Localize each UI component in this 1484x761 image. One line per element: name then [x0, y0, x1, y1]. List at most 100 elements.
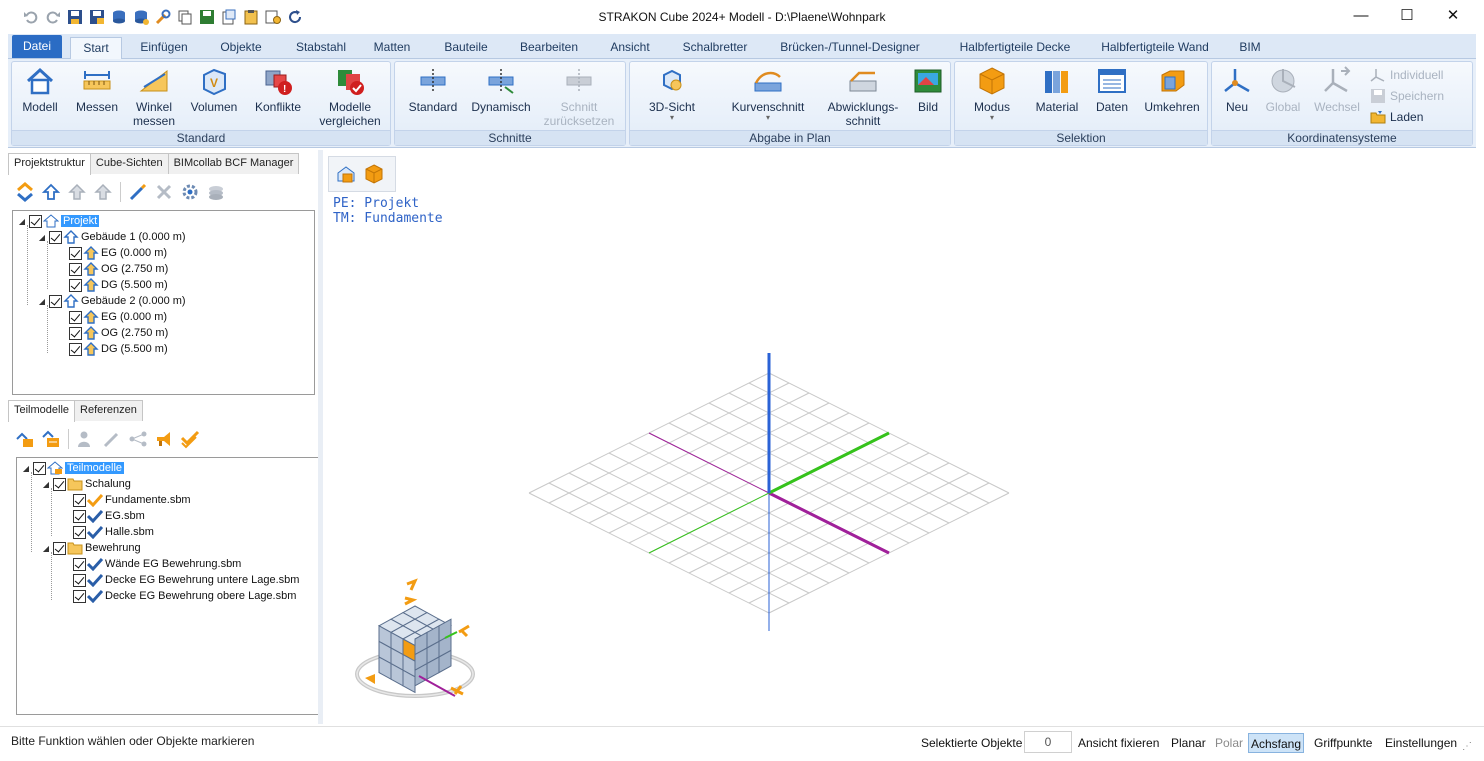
checkbox[interactable]: [69, 262, 82, 276]
ansicht-fixieren-toggle[interactable]: Ansicht fixieren: [1076, 733, 1161, 753]
schnitt-dynamisch-button[interactable]: Dynamisch: [469, 65, 533, 114]
bild-button[interactable]: Bild: [910, 65, 946, 114]
tab-objekte[interactable]: Objekte: [208, 37, 274, 59]
copy-icon[interactable]: [176, 8, 194, 26]
winkel-messen-button[interactable]: Winkel messen: [128, 65, 180, 128]
kurvenschnitt-button[interactable]: Kurvenschnitt ▾: [724, 65, 812, 122]
checkbox[interactable]: [69, 278, 82, 292]
daten-button[interactable]: Daten: [1091, 65, 1133, 114]
expand-toggle-icon[interactable]: ◢: [41, 480, 51, 489]
modus-button[interactable]: Modus ▾: [967, 65, 1017, 122]
checkbox[interactable]: [69, 246, 82, 260]
database-import-icon[interactable]: [132, 8, 150, 26]
resize-grip-icon[interactable]: ⋰: [1462, 741, 1472, 752]
user-assign-icon[interactable]: [75, 428, 97, 450]
redo-icon[interactable]: [44, 8, 62, 26]
tree-item-eg-sbm[interactable]: EG.sbm: [71, 508, 145, 524]
expand-toggle-icon[interactable]: ◢: [17, 217, 27, 226]
ks-speichern-button[interactable]: Speichern: [1370, 86, 1444, 106]
tab-teilmodelle[interactable]: Teilmodelle: [8, 400, 76, 422]
expand-toggle-icon[interactable]: ◢: [37, 297, 47, 306]
ks-individuell-button[interactable]: Individuell: [1370, 65, 1443, 85]
tree-item-bewehrung[interactable]: ◢ Bewehrung: [41, 540, 141, 556]
checkbox[interactable]: [49, 294, 62, 308]
tab-bearbeiten[interactable]: Bearbeiten: [510, 37, 588, 59]
database-icon[interactable]: [110, 8, 128, 26]
refresh-icon[interactable]: [286, 8, 304, 26]
tab-bruecken-tunnel-designer[interactable]: Brücken-/Tunnel-Designer: [770, 37, 930, 59]
tab-bauteile[interactable]: Bauteile: [432, 37, 500, 59]
achsfang-toggle[interactable]: Achsfang: [1248, 733, 1305, 753]
planar-toggle[interactable]: Planar: [1169, 733, 1208, 753]
tree-item-projekt[interactable]: ◢ Projekt: [17, 213, 100, 229]
tab-matten[interactable]: Matten: [364, 37, 420, 59]
checkbox[interactable]: [73, 557, 86, 571]
tab-ansicht[interactable]: Ansicht: [600, 37, 660, 59]
checkbox[interactable]: [53, 541, 66, 555]
tools-icon[interactable]: [154, 8, 172, 26]
navigation-cube-icon[interactable]: [351, 578, 481, 708]
tree-item-eg-1[interactable]: EG (0.000 m): [67, 245, 167, 261]
checkbox[interactable]: [73, 493, 86, 507]
minimize-button[interactable]: —: [1338, 0, 1384, 30]
paste-icon[interactable]: [220, 8, 238, 26]
branch-icon[interactable]: [127, 428, 149, 450]
checkbox[interactable]: [69, 326, 82, 340]
tree-item-fundamente[interactable]: Fundamente.sbm: [71, 492, 191, 508]
save-as-icon[interactable]: [88, 8, 106, 26]
undo-icon[interactable]: [22, 8, 40, 26]
tree-item-gebaeude-2[interactable]: ◢ Gebäude 2 (0.000 m): [37, 293, 186, 309]
checkbox[interactable]: [69, 342, 82, 356]
layers-icon[interactable]: [205, 181, 227, 203]
ks-laden-button[interactable]: Laden: [1370, 107, 1423, 127]
tab-referenzen[interactable]: Referenzen: [74, 400, 143, 421]
submodel-cube-icon[interactable]: [363, 163, 385, 185]
expand-toggle-icon[interactable]: ◢: [21, 464, 31, 473]
disk-icon[interactable]: [198, 8, 216, 26]
checkbox[interactable]: [69, 310, 82, 324]
tab-bimcollab[interactable]: BIMcollab BCF Manager: [167, 153, 300, 174]
volumen-button[interactable]: V Volumen: [188, 65, 240, 114]
close-button[interactable]: ✕: [1430, 0, 1476, 30]
griffpunkte-toggle[interactable]: Griffpunkte: [1312, 733, 1374, 753]
checkbox[interactable]: [53, 477, 66, 491]
schnitt-standard-button[interactable]: Standard: [403, 65, 463, 114]
tab-halbfertigteile-wand[interactable]: Halbfertigteile Wand: [1090, 37, 1220, 59]
edit-pencil-icon[interactable]: [127, 181, 149, 203]
tree-item-dg-1[interactable]: DG (5.500 m): [67, 277, 168, 293]
edit-pencil-icon[interactable]: [101, 428, 123, 450]
tree-item-teilmodelle[interactable]: ◢ Teilmodelle: [21, 460, 125, 476]
schnitt-zuruecksetzen-button[interactable]: Schnitt zurücksetzen: [541, 65, 617, 128]
3d-sicht-button[interactable]: 3D-Sicht ▾: [636, 65, 708, 122]
checkbox[interactable]: [73, 573, 86, 587]
umkehren-button[interactable]: Umkehren: [1141, 65, 1203, 114]
modelle-vergleichen-button[interactable]: Modelle vergleichen: [314, 65, 386, 128]
checkbox[interactable]: [73, 509, 86, 523]
announce-icon[interactable]: [153, 428, 175, 450]
ks-global-button[interactable]: Global: [1262, 65, 1304, 114]
checkbox[interactable]: [33, 461, 46, 475]
check-all-icon[interactable]: [179, 428, 201, 450]
tab-stabstahl[interactable]: Stabstahl: [286, 37, 356, 59]
clipboard-icon[interactable]: [242, 8, 260, 26]
material-button[interactable]: Material: [1031, 65, 1083, 114]
tab-halbfertigteile-decke[interactable]: Halbfertigteile Decke: [946, 37, 1084, 59]
abwicklungsschnitt-button[interactable]: Abwicklungs- schnitt: [820, 65, 906, 128]
checkbox[interactable]: [73, 525, 86, 539]
3d-viewport[interactable]: PE: Projekt TM: Fundamente: [323, 150, 1476, 724]
settings-gear-icon[interactable]: [179, 181, 201, 203]
tab-bim[interactable]: BIM: [1230, 37, 1270, 59]
ks-neu-button[interactable]: Neu: [1218, 65, 1256, 114]
checkbox[interactable]: [49, 230, 62, 244]
tree-item-gebaeude-1[interactable]: ◢ Gebäude 1 (0.000 m): [37, 229, 186, 245]
maximize-button[interactable]: ☐: [1384, 0, 1430, 30]
tab-cube-sichten[interactable]: Cube-Sichten: [89, 153, 169, 174]
checkbox[interactable]: [29, 214, 42, 228]
tab-projektstruktur[interactable]: Projektstruktur: [8, 153, 91, 175]
checkbox[interactable]: [73, 589, 86, 603]
add-building-icon[interactable]: [40, 181, 62, 203]
move-up-icon[interactable]: [66, 181, 88, 203]
modell-button[interactable]: Modell: [18, 65, 62, 114]
ks-wechsel-button[interactable]: Wechsel: [1312, 65, 1362, 114]
settings-icon[interactable]: [264, 8, 282, 26]
